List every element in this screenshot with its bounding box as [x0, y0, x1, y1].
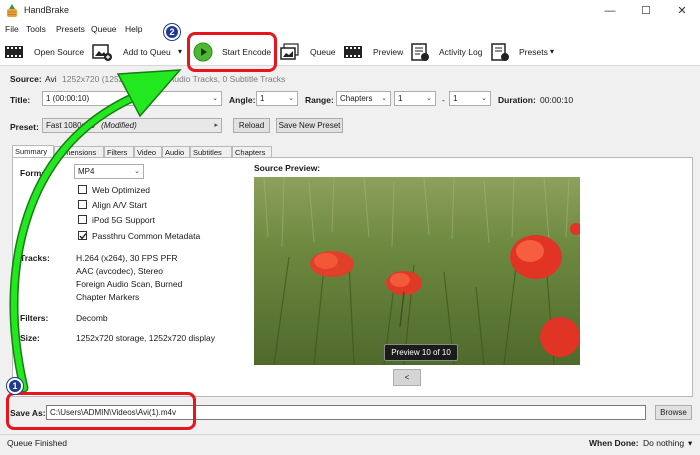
range-end-select[interactable]: 1 ⌄	[449, 91, 491, 106]
duration-value: 00:00:10	[540, 95, 574, 105]
menu-help[interactable]: Help	[125, 24, 142, 34]
source-label: Source:	[10, 74, 42, 84]
size-value: 1252x720 storage, 1252x720 display	[76, 333, 215, 343]
chevron-down-icon: ⌄	[212, 95, 218, 102]
range-separator: -	[442, 95, 445, 105]
reload-button[interactable]: Reload	[233, 118, 270, 133]
activity-log-button[interactable]: Activity Log	[439, 47, 482, 57]
title-select[interactable]: 1 (00:00:10) ⌄	[42, 91, 222, 106]
add-to-queue-dropdown[interactable]: ▾	[178, 47, 182, 56]
annotation-box-start-encode	[187, 32, 277, 72]
menu-queue[interactable]: Queue	[91, 24, 117, 34]
source-preview-image	[254, 177, 580, 365]
annotation-box-save-as	[6, 392, 196, 430]
annotation-step-2: 2	[164, 24, 180, 40]
presets-dropdown[interactable]: ▾	[550, 47, 554, 56]
size-label: Size:	[20, 333, 40, 343]
triangle-right-icon: ▸	[214, 122, 218, 129]
chevron-down-icon: ⌄	[481, 95, 487, 102]
preset-modified-text: (Modified)	[101, 121, 137, 130]
align-av-start-label: Align A/V Start	[92, 200, 147, 210]
when-done-select[interactable]: Do nothing	[643, 438, 684, 448]
film-icon[interactable]	[4, 42, 24, 62]
chevron-down-icon: ▾	[688, 438, 693, 448]
preset-label: Preset:	[10, 122, 39, 132]
tracks-label: Tracks:	[20, 253, 50, 263]
passthru-metadata-label: Passthru Common Metadata	[92, 231, 201, 241]
range-start-select[interactable]: 1 ⌄	[394, 91, 436, 106]
preset-select-value: Fast 1080p30	[46, 121, 95, 130]
duration-label: Duration:	[498, 95, 536, 105]
when-done-label: When Done:	[589, 438, 639, 448]
activity-log-icon[interactable]	[410, 42, 430, 62]
range-label: Range:	[305, 95, 334, 105]
menu-presets[interactable]: Presets	[56, 24, 85, 34]
range-type-value: Chapters	[340, 94, 373, 103]
ipod-support-checkbox[interactable]	[78, 215, 87, 224]
preview-count-badge: Preview 10 of 10	[384, 344, 458, 361]
filters-label: Filters:	[20, 313, 49, 323]
source-preview-label: Source Preview:	[254, 163, 321, 173]
ipod-support-label: iPod 5G Support	[92, 215, 155, 225]
preview-film-icon[interactable]	[343, 42, 363, 62]
maximize-button[interactable]: ☐	[628, 0, 664, 22]
chevron-down-icon: ⌄	[288, 95, 294, 102]
minimize-button[interactable]: —	[592, 0, 628, 22]
source-name: Avi	[45, 74, 57, 84]
queue-icon[interactable]	[280, 42, 300, 62]
toolbar: Open Source Add to Queu ▾ Start Encode Q…	[0, 38, 700, 66]
source-tracks-info: 1 Audio Tracks, 0 Subtitle Tracks	[162, 74, 286, 84]
checkmark-icon	[79, 233, 87, 240]
track-audio: AAC (avcodec), Stereo	[76, 266, 163, 276]
filters-value: Decomb	[76, 313, 108, 323]
preview-previous-button[interactable]: <	[393, 369, 421, 386]
source-info: 1252x720 (1252x720)	[62, 74, 145, 84]
chevron-down-icon: ⌄	[134, 168, 140, 175]
align-av-start-checkbox[interactable]	[78, 200, 87, 209]
presets-icon[interactable]	[490, 42, 510, 62]
format-select[interactable]: MP4 ⌄	[74, 164, 144, 179]
presets-button[interactable]: Presets	[519, 47, 548, 57]
menu-tools[interactable]: Tools	[26, 24, 46, 34]
range-start-value: 1	[398, 94, 403, 103]
chevron-down-icon: ⌄	[381, 95, 387, 102]
status-text: Queue Finished	[7, 438, 68, 448]
range-end-value: 1	[453, 94, 458, 103]
angle-label: Angle:	[229, 95, 256, 105]
open-source-button[interactable]: Open Source	[34, 47, 84, 57]
angle-select[interactable]: 1 ⌄	[256, 91, 298, 106]
web-optimized-label: Web Optimized	[92, 185, 150, 195]
queue-button[interactable]: Queue	[310, 47, 336, 57]
angle-select-value: 1	[260, 94, 265, 103]
format-label: Format:	[20, 168, 52, 178]
menu-bar: File Tools Presets Queue Help	[0, 22, 700, 38]
annotation-step-1: 1	[7, 378, 23, 394]
close-button[interactable]: ✕	[664, 0, 700, 22]
format-select-value: MP4	[78, 167, 95, 176]
web-optimized-checkbox[interactable]	[78, 185, 87, 194]
title-select-value: 1 (00:00:10)	[46, 94, 90, 103]
add-to-queue-button[interactable]: Add to Queu	[123, 47, 171, 57]
track-subtitle: Foreign Audio Scan, Burned	[76, 279, 183, 289]
range-type-select[interactable]: Chapters ⌄	[336, 91, 391, 106]
window-title: HandBrake	[24, 5, 70, 15]
menu-file[interactable]: File	[5, 24, 19, 34]
title-label: Title:	[10, 95, 31, 105]
add-image-icon[interactable]	[92, 42, 112, 62]
track-chapters: Chapter Markers	[76, 292, 140, 302]
passthru-metadata-checkbox[interactable]	[78, 231, 87, 240]
title-bar: HandBrake — ☐ ✕	[0, 0, 700, 22]
chevron-down-icon: ⌄	[426, 95, 432, 102]
pineapple-icon	[7, 4, 17, 17]
browse-button[interactable]: Browse	[655, 405, 692, 420]
preset-select[interactable]: Fast 1080p30 (Modified) ▸	[42, 118, 222, 133]
save-new-preset-button[interactable]: Save New Preset	[276, 118, 343, 133]
preview-button[interactable]: Preview	[373, 47, 403, 57]
track-video: H.264 (x264), 30 FPS PFR	[76, 253, 178, 263]
